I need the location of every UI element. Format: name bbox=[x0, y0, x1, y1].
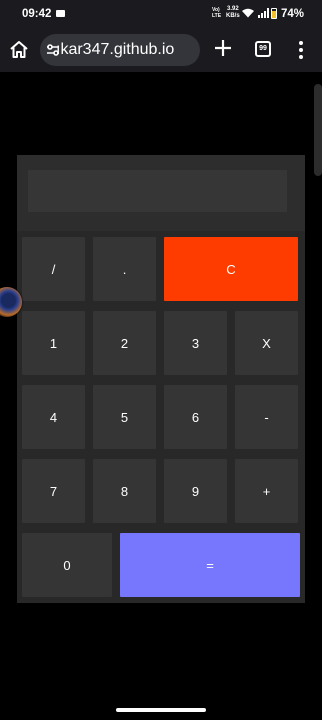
battery-icon bbox=[271, 8, 277, 19]
calculator: / . C 1 2 3 X 4 5 6 - 7 8 9 + 0 = bbox=[17, 155, 305, 603]
minus-button[interactable]: - bbox=[235, 385, 298, 449]
keypad: / . C 1 2 3 X 4 5 6 - 7 8 9 + 0 = bbox=[17, 231, 305, 603]
tab-switcher-button[interactable]: 99 bbox=[255, 41, 271, 57]
decimal-button[interactable]: . bbox=[93, 237, 156, 301]
digit-9-button[interactable]: 9 bbox=[164, 459, 227, 523]
battery-level: 74% bbox=[281, 8, 305, 20]
wifi-icon bbox=[242, 8, 254, 18]
plus-button[interactable]: + bbox=[235, 459, 298, 523]
address-bar[interactable]: ıkar347.github.io bbox=[40, 34, 200, 66]
cellular-signal-icon bbox=[258, 8, 269, 18]
status-bar: 09:42 Vo) LTE 3.92 KB/s 74% bbox=[0, 0, 322, 28]
divide-button[interactable]: / bbox=[22, 237, 85, 301]
clear-button[interactable]: C bbox=[164, 237, 298, 301]
url-text[interactable]: ıkar347.github.io bbox=[56, 41, 174, 59]
network-speed-value: 3.92 bbox=[226, 6, 239, 12]
calculator-display bbox=[28, 170, 287, 212]
equals-button[interactable]: = bbox=[120, 533, 300, 597]
status-time: 09:42 bbox=[22, 8, 52, 20]
page-scrollbar[interactable] bbox=[314, 84, 322, 176]
digit-6-button[interactable]: 6 bbox=[164, 385, 227, 449]
digit-1-button[interactable]: 1 bbox=[22, 311, 85, 375]
navigation-bar bbox=[0, 700, 322, 720]
tab-count: 99 bbox=[259, 45, 267, 52]
browser-toolbar: ıkar347.github.io 99 bbox=[0, 28, 322, 72]
plus-icon[interactable] bbox=[212, 37, 234, 59]
network-speed-unit: KB/s bbox=[226, 13, 240, 19]
digit-3-button[interactable]: 3 bbox=[164, 311, 227, 375]
multiply-button[interactable]: X bbox=[235, 311, 298, 375]
digit-4-button[interactable]: 4 bbox=[22, 385, 85, 449]
gesture-handle[interactable] bbox=[116, 708, 206, 712]
digit-8-button[interactable]: 8 bbox=[93, 459, 156, 523]
digit-7-button[interactable]: 7 bbox=[22, 459, 85, 523]
home-icon[interactable] bbox=[9, 40, 29, 60]
digit-0-button[interactable]: 0 bbox=[22, 533, 112, 597]
network-speed: 3.92 KB/s bbox=[226, 6, 240, 20]
volte-bottom: LTE bbox=[212, 13, 222, 19]
more-vert-icon[interactable] bbox=[298, 40, 304, 60]
digit-2-button[interactable]: 2 bbox=[93, 311, 156, 375]
digit-5-button[interactable]: 5 bbox=[93, 385, 156, 449]
media-notification-icon bbox=[56, 10, 65, 17]
volte-indicator: Vo) LTE bbox=[212, 7, 221, 19]
